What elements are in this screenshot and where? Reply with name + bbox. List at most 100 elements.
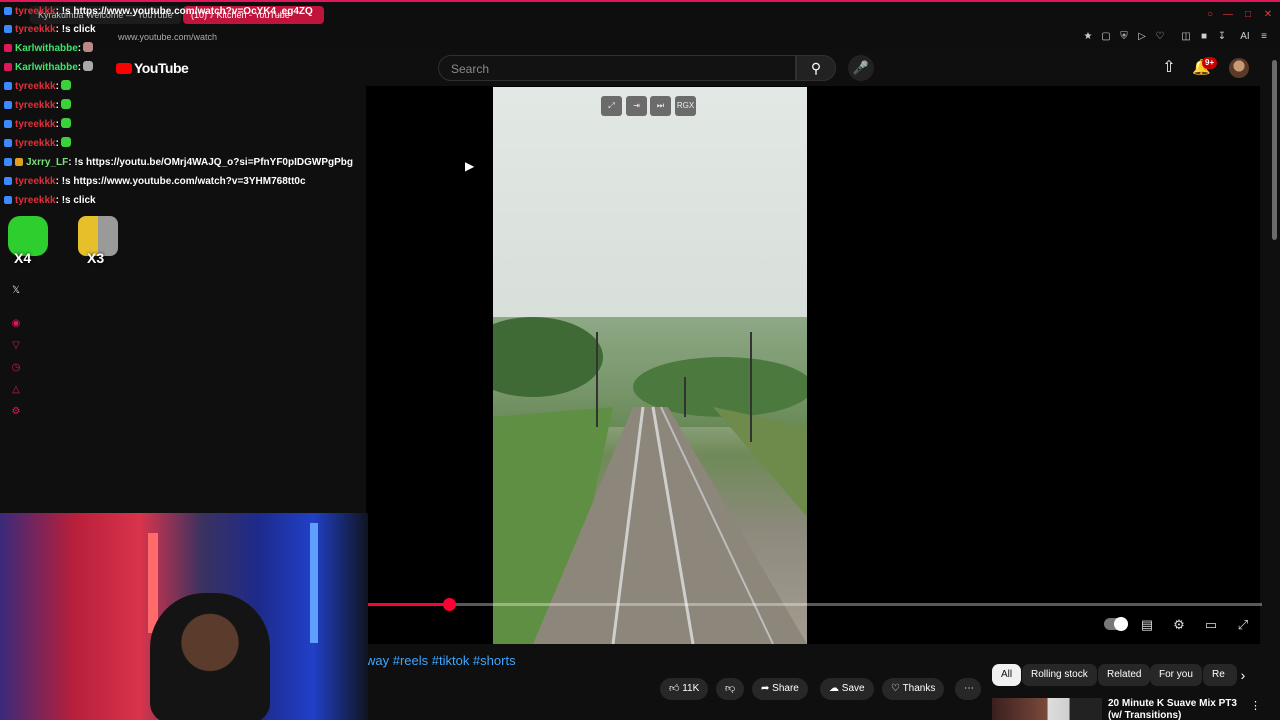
captions-icon[interactable]: ▤ bbox=[1138, 616, 1156, 634]
sidebar-icon[interactable]: ▢ bbox=[1100, 31, 1112, 43]
railway-scene bbox=[493, 317, 807, 644]
youtube-play-logo-icon bbox=[116, 63, 132, 74]
chat-message: tyreekkk: bbox=[4, 136, 71, 152]
voice-search-button[interactable]: 🎤 bbox=[848, 55, 874, 81]
pin-icon[interactable]: ▽ bbox=[10, 340, 22, 352]
emote-icon bbox=[60, 80, 71, 90]
autoplay-toggle[interactable] bbox=[1104, 617, 1128, 631]
bookmark-icon[interactable]: ★ bbox=[1082, 31, 1094, 43]
recommendation-thumbnail[interactable] bbox=[992, 698, 1102, 720]
search-input[interactable] bbox=[449, 60, 783, 78]
vertical-dots-icon[interactable]: ⋮ bbox=[1250, 700, 1261, 712]
upload-icon[interactable]: ⇧ bbox=[1160, 59, 1178, 77]
cube-icon[interactable]: △ bbox=[10, 384, 22, 396]
search-icon[interactable]: ○ bbox=[1204, 9, 1216, 21]
like-count: 11K bbox=[682, 683, 700, 694]
video-frame[interactable] bbox=[493, 87, 807, 644]
badge-icon bbox=[4, 101, 12, 109]
chat-message: tyreekkk: !s click bbox=[4, 193, 96, 209]
lock-icon[interactable]: ■ bbox=[1198, 31, 1210, 43]
chip-for-you[interactable]: For you bbox=[1150, 664, 1202, 686]
share-icon: ➦ bbox=[761, 683, 770, 694]
badge-icon bbox=[4, 7, 12, 15]
chat-text: : !s click bbox=[55, 195, 96, 206]
fullscreen-icon[interactable]: ⤢ bbox=[1234, 616, 1252, 634]
video-title[interactable]: way #reels #tiktok #shorts bbox=[366, 652, 516, 670]
chevron-right-icon[interactable]: › bbox=[1236, 666, 1250, 684]
progress-bar[interactable] bbox=[366, 603, 1262, 606]
emote-count: X3 bbox=[87, 250, 105, 266]
like-button[interactable]: 👍︎ 11K bbox=[660, 678, 709, 700]
thanks-label: Thanks bbox=[902, 683, 936, 694]
more-actions-button[interactable]: ⋯ bbox=[955, 678, 981, 700]
chat-message: tyreekkk: !s https://www.youtube.com/wat… bbox=[4, 4, 313, 20]
thumbs-up-icon: 👍︎ bbox=[669, 683, 680, 694]
badge-icon bbox=[4, 44, 12, 52]
chip-recently-uploaded[interactable]: Re bbox=[1203, 664, 1237, 686]
thanks-button[interactable]: ♡ Thanks bbox=[882, 678, 945, 700]
menu-icon[interactable]: ≡ bbox=[1258, 31, 1270, 43]
rgx-button[interactable]: RGX bbox=[675, 96, 696, 116]
chat-username: tyreekkk bbox=[15, 176, 56, 187]
more-icon: ⋯ bbox=[964, 683, 974, 694]
save-button[interactable]: ☁ Save bbox=[820, 678, 874, 700]
badge-icon bbox=[4, 158, 12, 166]
play-icon[interactable]: ▷ bbox=[1136, 31, 1148, 43]
next-track-icon[interactable]: ⏭ bbox=[650, 96, 671, 116]
chat-username: tyreekkk bbox=[15, 138, 56, 149]
chip-rolling-stock[interactable]: Rolling stock bbox=[1022, 664, 1097, 686]
dislike-button[interactable]: 👎︎ bbox=[716, 678, 744, 700]
chat-message: tyreekkk: !s https://www.youtube.com/wat… bbox=[4, 174, 306, 190]
chip-related[interactable]: Related bbox=[1098, 664, 1151, 686]
heart-icon[interactable]: ♡ bbox=[1154, 31, 1166, 43]
popout-icon[interactable]: ⤢ bbox=[601, 96, 622, 116]
shield-icon[interactable]: ⛨ bbox=[1118, 31, 1130, 43]
chat-text: : !s https://youtu.be/OMrj4WAJQ_o?si=Pfn… bbox=[68, 157, 353, 168]
share-button[interactable]: ➦ Share bbox=[752, 678, 808, 700]
close-icon[interactable]: ✕ bbox=[1262, 9, 1274, 21]
badge-icon bbox=[4, 63, 12, 71]
emote-icon bbox=[83, 42, 94, 52]
chat-text: : !s https://www.youtube.com/watch?v=3YH… bbox=[55, 176, 306, 187]
search-button[interactable]: ⚲ bbox=[796, 55, 836, 81]
address-bar[interactable]: www.youtube.com/watch bbox=[118, 30, 448, 44]
emote-icon bbox=[60, 137, 71, 147]
chat-text: : !s click bbox=[55, 24, 96, 35]
maximize-icon[interactable]: □ bbox=[1242, 9, 1254, 21]
settings-gear-icon[interactable]: ⚙ bbox=[1170, 616, 1188, 634]
theater-mode-icon[interactable]: ▭ bbox=[1202, 616, 1220, 634]
settings-icon[interactable]: ⚙ bbox=[10, 406, 22, 418]
save-icon: ☁ bbox=[829, 683, 839, 694]
youtube-logo[interactable]: YouTube bbox=[116, 60, 189, 76]
badge-icon bbox=[4, 177, 12, 185]
scrollbar[interactable] bbox=[1272, 60, 1277, 240]
badge-icon bbox=[4, 196, 12, 204]
recommendation-title[interactable]: 20 Minute K Suave Mix PT3 (w/ Transition… bbox=[1108, 698, 1248, 720]
minimize-icon[interactable]: — bbox=[1222, 9, 1234, 21]
badge-icon bbox=[4, 25, 12, 33]
emote-icon bbox=[60, 99, 71, 109]
badge-icon bbox=[4, 120, 12, 128]
chat-message: Karlwithabbe: bbox=[4, 41, 94, 57]
chat-message: tyreekkk: !s click bbox=[4, 22, 96, 38]
share-label: Share bbox=[772, 683, 799, 694]
progress-scrubber[interactable] bbox=[443, 598, 456, 611]
extensions-icon[interactable]: ◫ bbox=[1180, 31, 1192, 43]
record-icon[interactable]: ◉ bbox=[10, 318, 22, 330]
chat-text: : !s https://www.youtube.com/watch?v=OcY… bbox=[55, 6, 313, 17]
thanks-icon: ♡ bbox=[891, 683, 900, 694]
avatar[interactable] bbox=[1229, 58, 1249, 78]
thumbs-down-icon: 👎︎ bbox=[725, 683, 736, 694]
red-light bbox=[148, 533, 158, 633]
chat-text: : bbox=[77, 43, 82, 54]
streamer bbox=[150, 593, 270, 720]
skip-icon[interactable]: ⇥ bbox=[626, 96, 647, 116]
download-icon[interactable]: ↧ bbox=[1216, 31, 1228, 43]
ai-icon[interactable]: AI bbox=[1236, 31, 1254, 43]
chat-username: tyreekkk bbox=[15, 100, 56, 111]
badge-icon bbox=[4, 139, 12, 147]
clock-icon[interactable]: ◷ bbox=[10, 362, 22, 374]
chip-all[interactable]: All bbox=[992, 664, 1022, 686]
x-logo-icon[interactable]: 𝕏 bbox=[10, 285, 22, 297]
chat-text: : bbox=[55, 138, 59, 149]
